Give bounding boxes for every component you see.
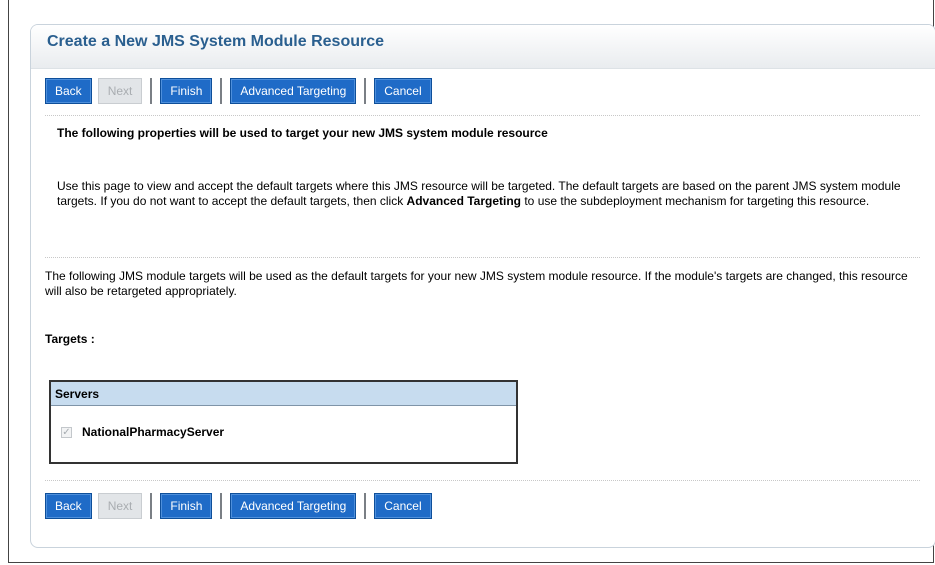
bottom-button-bar: Back Next Finish Advanced Targeting Canc… <box>45 492 438 520</box>
back-button[interactable]: Back <box>45 78 92 104</box>
divider <box>45 257 920 258</box>
description-part-2: to use the subdeployment mechanism for t… <box>521 194 870 208</box>
description-text: Use this page to view and accept the def… <box>57 179 917 209</box>
page-title: Create a New JMS System Module Resource <box>47 33 385 50</box>
button-separator <box>220 493 223 519</box>
panel-header: Create a New JMS System Module Resource <box>31 25 935 69</box>
next-button: Next <box>97 78 143 104</box>
button-separator <box>220 78 223 104</box>
info-text: The following JMS module targets will be… <box>45 269 908 298</box>
server-checkbox: ✓ <box>61 426 72 438</box>
back-button[interactable]: Back <box>45 493 92 519</box>
table-row: ✓ NationalPharmacyServer <box>61 425 224 439</box>
top-button-bar: Back Next Finish Advanced Targeting Canc… <box>45 77 438 105</box>
targets-label: Targets : <box>45 332 95 346</box>
table-header-servers: Servers <box>51 382 516 406</box>
divider <box>45 115 920 116</box>
button-separator <box>364 78 367 104</box>
button-separator <box>150 78 153 104</box>
servers-table: Servers ✓ NationalPharmacyServer <box>49 380 518 464</box>
server-name: NationalPharmacyServer <box>82 425 225 439</box>
section-subtitle: The following properties will be used to… <box>57 126 548 140</box>
description-bold-link-text: Advanced Targeting <box>406 194 522 208</box>
finish-button[interactable]: Finish <box>160 78 213 104</box>
cancel-button[interactable]: Cancel <box>374 78 432 104</box>
finish-button[interactable]: Finish <box>160 493 213 519</box>
advanced-targeting-button[interactable]: Advanced Targeting <box>230 493 357 519</box>
next-button: Next <box>97 493 143 519</box>
button-separator <box>364 493 367 519</box>
button-separator <box>150 493 153 519</box>
cancel-button[interactable]: Cancel <box>374 493 432 519</box>
advanced-targeting-button[interactable]: Advanced Targeting <box>230 78 357 104</box>
divider <box>45 480 920 481</box>
content-panel: Create a New JMS System Module Resource … <box>30 24 935 548</box>
window-frame: Create a New JMS System Module Resource … <box>8 0 935 563</box>
